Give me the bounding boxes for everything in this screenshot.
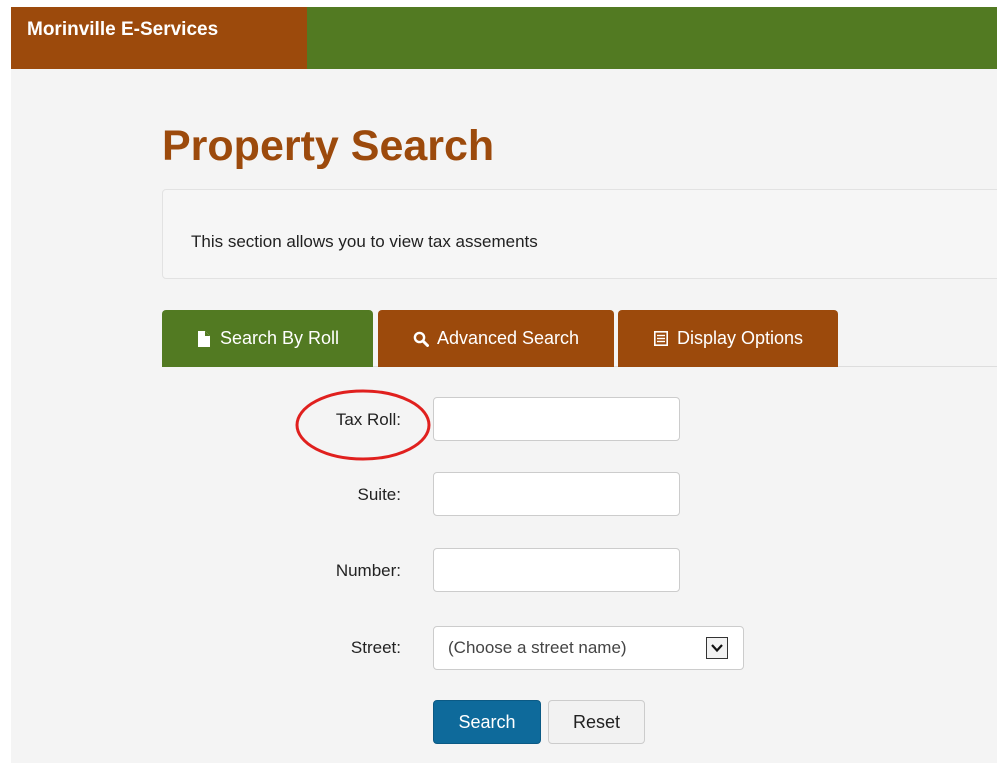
navbar: Morinville E-Services <box>11 7 997 69</box>
search-icon <box>413 331 429 347</box>
number-input[interactable] <box>433 548 680 592</box>
street-label: Street: <box>350 638 401 657</box>
street-select[interactable]: (Choose a street name) <box>433 626 744 670</box>
description-well: This section allows you to view tax asse… <box>162 189 997 279</box>
reset-button[interactable]: Reset <box>548 700 645 744</box>
suite-label: Suite: <box>357 485 401 504</box>
tax-roll-label: Tax Roll: <box>335 410 401 429</box>
page: Morinville E-Services Property Search Th… <box>11 7 997 763</box>
file-icon <box>196 330 212 347</box>
tab-display-options-label: Display Options <box>676 328 804 348</box>
tax-roll-input[interactable] <box>433 397 680 441</box>
tab-advanced-search[interactable]: Advanced Search <box>378 310 614 367</box>
search-button[interactable]: Search <box>433 700 541 744</box>
description-text: This section allows you to view tax asse… <box>191 232 538 251</box>
chevron-down-icon[interactable] <box>706 637 728 659</box>
suite-input[interactable] <box>433 472 680 516</box>
tab-advanced-search-label: Advanced Search <box>436 328 580 348</box>
brand-link[interactable]: Morinville E-Services <box>11 7 307 69</box>
page-title: Property Search <box>162 122 495 170</box>
tab-search-by-roll-label: Search By Roll <box>219 328 340 348</box>
list-icon <box>653 331 669 347</box>
street-select-value: (Choose a street name) <box>448 638 627 657</box>
tab-display-options[interactable]: Display Options <box>618 310 838 367</box>
tab-search-by-roll[interactable]: Search By Roll <box>162 310 373 367</box>
number-label: Number: <box>335 561 401 580</box>
